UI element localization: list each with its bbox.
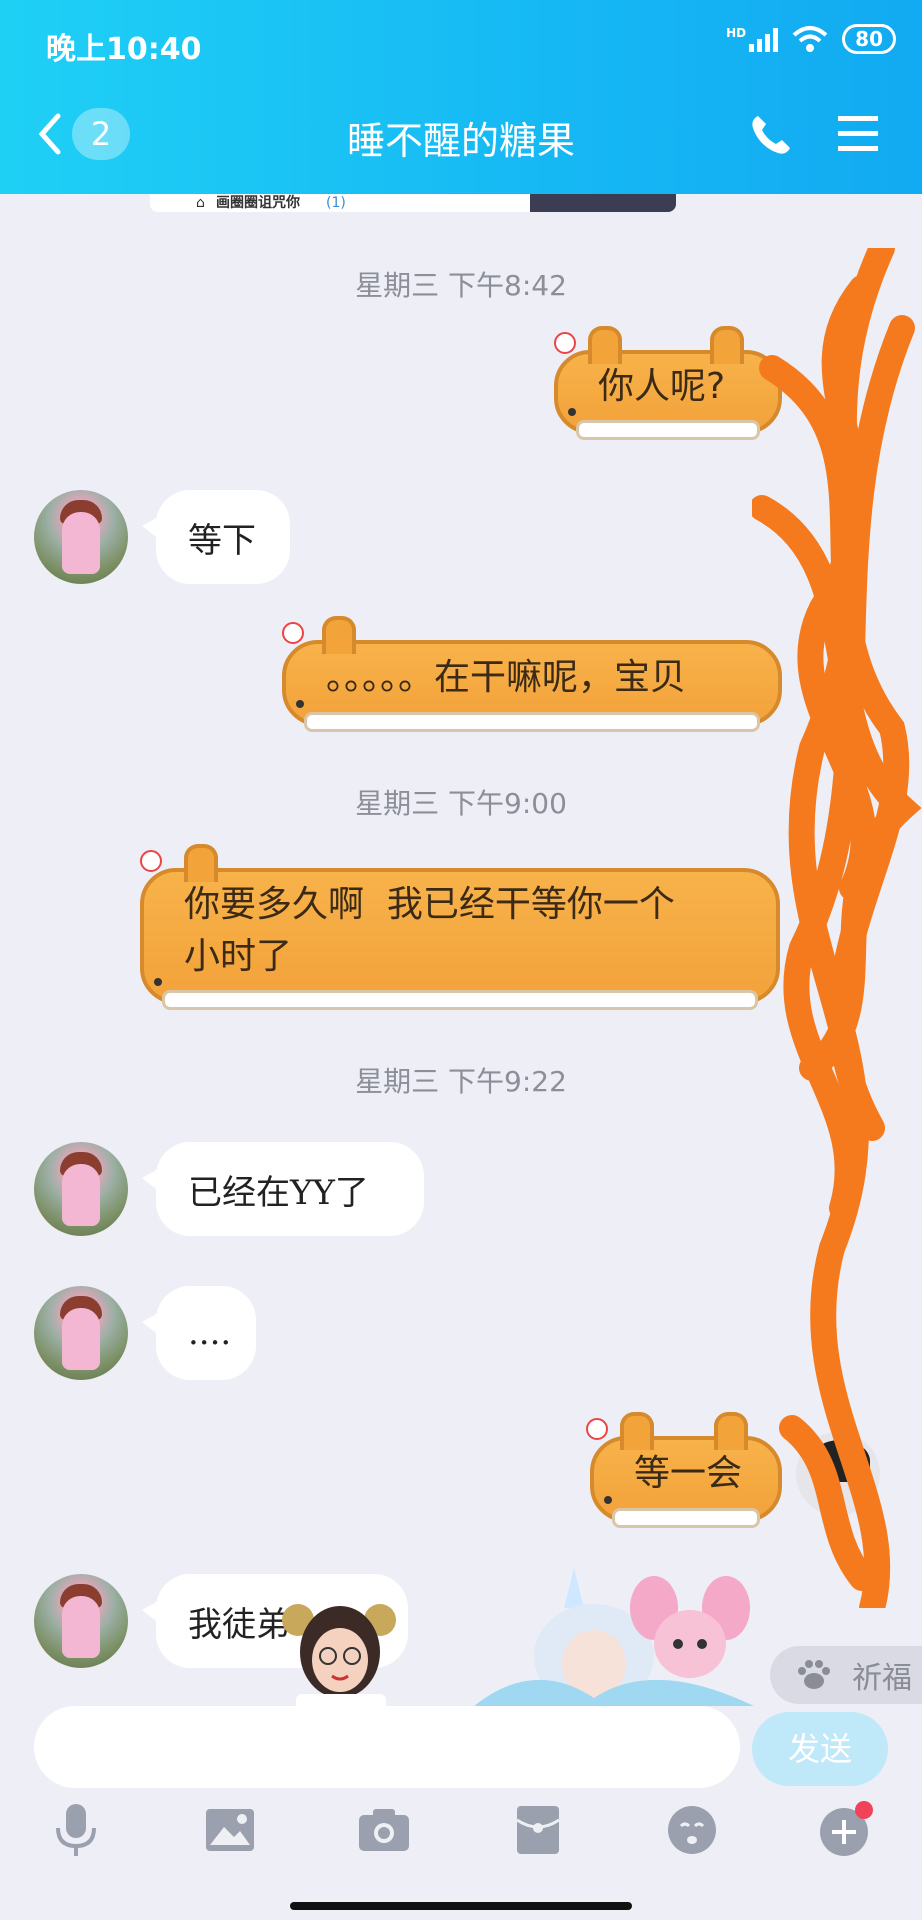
message-bubble-left[interactable]: .... — [142, 1286, 256, 1380]
message-text: 。。。。。在干嘛呢，宝贝 — [326, 657, 687, 698]
character-sticker — [474, 1568, 754, 1708]
message-text: 等下 — [188, 520, 256, 561]
home-indicator[interactable] — [290, 1902, 632, 1910]
battery-indicator: 80 — [842, 24, 896, 54]
corgi-belly — [576, 420, 760, 440]
app-header: 晚上10:40 HD 80 2 睡不醒的糖果 — [0, 0, 922, 194]
corgi-belly — [304, 712, 760, 732]
more-button[interactable] — [816, 1800, 876, 1860]
message-bubble-right[interactable]: 你人呢? — [554, 326, 782, 440]
red-packet-icon — [516, 1806, 560, 1854]
heart-icon — [140, 850, 162, 872]
redaction-scribble — [752, 248, 922, 1608]
home-icon: ⌂ — [196, 195, 205, 211]
corgi-nose — [154, 978, 162, 986]
corgi-nose — [604, 1496, 612, 1504]
prayer-button[interactable]: 祈福 — [770, 1646, 922, 1704]
message-bubble-left[interactable]: 等下 — [142, 490, 290, 584]
corgi-nose — [296, 700, 304, 708]
plus-icon — [820, 1801, 873, 1856]
signal-icon: HD — [726, 26, 779, 52]
corgi-ear — [620, 1412, 654, 1450]
send-button[interactable]: 发送 — [752, 1712, 888, 1786]
previous-message-card[interactable]: ⌂ 画圈圈诅咒你 (1) — [150, 194, 676, 212]
wifi-icon — [792, 26, 828, 52]
message-bubble-right[interactable]: 你要多久啊 我已经干等你一个 小时了 — [140, 844, 780, 1010]
corgi-ear — [322, 616, 356, 654]
emoji-icon — [668, 1806, 716, 1854]
image-icon — [206, 1809, 254, 1851]
message-input[interactable] — [34, 1706, 740, 1788]
corgi-belly — [612, 1508, 760, 1528]
emoji-button[interactable] — [662, 1800, 722, 1860]
menu-button[interactable] — [836, 114, 880, 158]
status-icons: HD 80 — [726, 24, 896, 54]
prayer-label: 祈福 — [852, 1661, 912, 1696]
card-image — [530, 194, 676, 212]
corgi-ear — [714, 1412, 748, 1450]
corgi-ear — [710, 326, 744, 364]
contact-avatar[interactable] — [34, 1574, 128, 1668]
contact-avatar[interactable] — [34, 1286, 128, 1380]
heart-icon — [554, 332, 576, 354]
card-title: 画圈圈诅咒你 — [216, 195, 300, 211]
card-count: (1) — [326, 195, 346, 211]
contact-avatar[interactable] — [34, 490, 128, 584]
paw-icon — [798, 1660, 830, 1689]
camera-icon — [359, 1809, 409, 1851]
network-label: HD — [726, 26, 747, 40]
status-time: 晚上10:40 — [46, 32, 202, 67]
message-text: 我徒弟 — [188, 1604, 290, 1645]
corgi-ear — [184, 844, 218, 882]
phone-icon — [752, 116, 790, 154]
corgi-ear — [588, 326, 622, 364]
call-button[interactable] — [748, 112, 794, 162]
message-text: .... — [188, 1313, 232, 1353]
hamburger-menu-icon — [838, 116, 878, 151]
image-button[interactable] — [200, 1800, 260, 1860]
microphone-icon — [56, 1804, 96, 1856]
corgi-nose — [568, 408, 576, 416]
input-toolbar — [0, 1800, 922, 1880]
girl-sticker — [282, 1604, 396, 1710]
red-packet-button[interactable] — [508, 1800, 568, 1860]
contact-avatar[interactable] — [34, 1142, 128, 1236]
voice-button[interactable] — [46, 1800, 106, 1860]
message-text: 你人呢? — [598, 366, 726, 407]
message-text: 等一会 — [634, 1453, 743, 1494]
message-bubble-left[interactable]: 已经在YY了 — [142, 1142, 424, 1236]
message-bubble-right[interactable]: 。。。。。在干嘛呢，宝贝 — [282, 616, 782, 732]
message-text-line1: 你要多久啊 我已经干等你一个 — [184, 884, 675, 925]
message-text: 已经在YY了 — [188, 1172, 369, 1213]
heart-icon — [282, 622, 304, 644]
message-text-line2: 小时了 — [184, 936, 293, 977]
corgi-belly — [162, 990, 758, 1010]
camera-button[interactable] — [354, 1800, 414, 1860]
heart-icon — [586, 1418, 608, 1440]
